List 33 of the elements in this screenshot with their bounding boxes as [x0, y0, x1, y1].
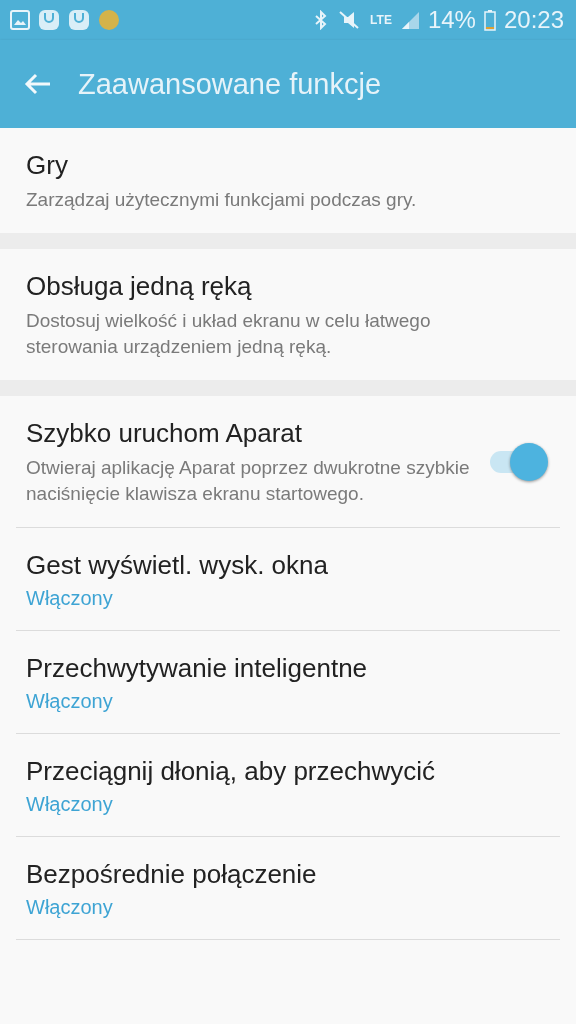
network-type: LTE	[370, 14, 392, 26]
setting-title: Gry	[26, 150, 69, 181]
setting-description: Otwieraj aplikację Aparat poprzez dwukrotne szybkie naciśnięcie klawisza ekranu startowego.	[26, 456, 471, 506]
setting-title: Bezpośrednie połączenie	[26, 859, 318, 890]
settings-item[interactable]: Przechwytywanie inteligentne Włączony	[16, 631, 560, 734]
setting-description: Zarządzaj użytecznymi funkcjami podczas gry.	[26, 188, 418, 212]
image-icon	[10, 10, 30, 30]
settings-item[interactable]: Obsługa jedną ręką Dostosuj wielkość i układ ekranu w celu łatwego sterowania urządzeniem jedną ręką.	[0, 249, 576, 380]
bluetooth-icon	[314, 10, 329, 30]
toggle-switch[interactable]	[488, 441, 550, 482]
setting-title: Gest wyświetl. wysk. okna	[26, 550, 329, 581]
setting-status: Włączony	[26, 793, 114, 816]
settings-item[interactable]: Bezpośrednie połączenie Włączony	[16, 837, 560, 940]
setting-title: Przeciągnij dłonią, aby przechwycić	[26, 756, 436, 787]
setting-title: Obsługa jedną ręką	[26, 271, 253, 302]
setting-title: Szybko uruchom Aparat	[26, 418, 304, 449]
screen-title: Zaawansowane funkcje	[78, 67, 382, 101]
setting-status: Włączony	[26, 587, 114, 610]
settings-item[interactable]: Gest wyświetl. wysk. okna Włączony	[16, 528, 560, 631]
settings-item[interactable]: Przeciągnij dłonią, aby przechwycić Włączony	[16, 734, 560, 837]
battery-percent: 14%	[427, 6, 476, 34]
shopping-bag-icon	[38, 9, 60, 31]
settings-item[interactable]: Gry Zarządzaj użytecznymi funkcjami podczas gry.	[0, 128, 576, 233]
clock: 20:23	[503, 6, 564, 34]
setting-description: Dostosuj wielkość i układ ekranu w celu łatwego sterowania urządzeniem jedną ręką.	[26, 309, 432, 359]
setting-title: Przechwytywanie inteligentne	[26, 653, 369, 684]
battery-icon	[483, 9, 496, 31]
setting-status: Włączony	[26, 896, 114, 919]
settings-item[interactable]: Szybko uruchom Aparat Otwieraj aplikację Aparat poprzez dwukrotne szybkie naciśnięcie klawisza ekranu startowego.	[16, 396, 560, 528]
circle-icon	[98, 9, 120, 31]
shopping-bag-icon	[68, 9, 90, 31]
setting-status: Włączony	[26, 690, 114, 713]
back-icon[interactable]	[24, 72, 52, 96]
